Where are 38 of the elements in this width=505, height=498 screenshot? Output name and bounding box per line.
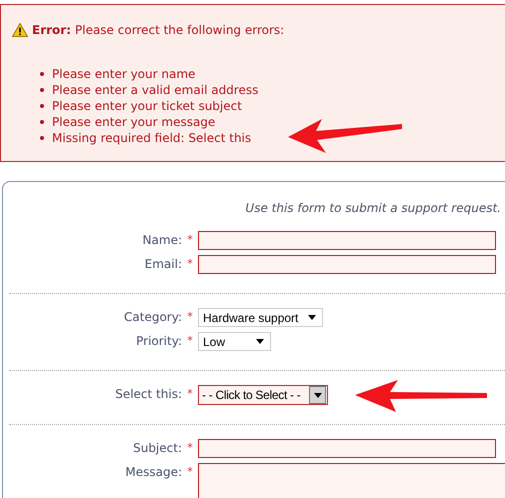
caret-icon	[308, 315, 316, 320]
field-label: Category:	[123, 309, 182, 326]
error-title: Error:	[32, 23, 71, 37]
select-field[interactable]: Low	[198, 332, 271, 351]
text-field[interactable]	[198, 439, 496, 458]
caret-icon	[314, 392, 322, 398]
bullet-icon	[40, 120, 44, 124]
bullet-icon	[40, 88, 44, 92]
error-item: Please enter a valid email address	[52, 82, 258, 98]
bullet-icon	[40, 72, 44, 76]
field-label: Name:	[142, 232, 182, 249]
required-mark: *	[186, 440, 194, 456]
field-label: Email:	[144, 256, 182, 273]
bullet-icon	[40, 104, 44, 108]
warning-icon	[12, 23, 28, 37]
form-intro: Use this form to submit a support request.	[245, 201, 501, 215]
required-mark: *	[186, 464, 194, 480]
select-field[interactable]: - - Click to Select - -	[198, 385, 328, 405]
error-item: Please enter your name	[52, 66, 196, 82]
required-mark: *	[186, 309, 194, 325]
error-message: Please correct the following errors:	[75, 23, 284, 37]
text-field[interactable]	[198, 255, 496, 274]
required-mark: *	[186, 256, 194, 272]
error-item: Please enter your message	[52, 114, 216, 130]
select-field[interactable]: Hardware support	[198, 308, 324, 327]
required-mark: *	[186, 386, 194, 402]
error-item: Missing required field: Select this	[52, 130, 252, 146]
bullet-icon	[40, 136, 44, 140]
error-item: Please enter your ticket subject	[52, 98, 242, 114]
field-label: Message:	[124, 464, 182, 481]
required-mark: *	[186, 333, 194, 349]
dropdown-button[interactable]	[309, 386, 326, 404]
required-mark: *	[186, 232, 194, 248]
field-label: Select this:	[114, 386, 182, 403]
text-field[interactable]	[198, 231, 496, 250]
field-label: Subject:	[132, 440, 182, 457]
field-label: Priority:	[135, 333, 182, 350]
caret-icon	[256, 339, 264, 344]
